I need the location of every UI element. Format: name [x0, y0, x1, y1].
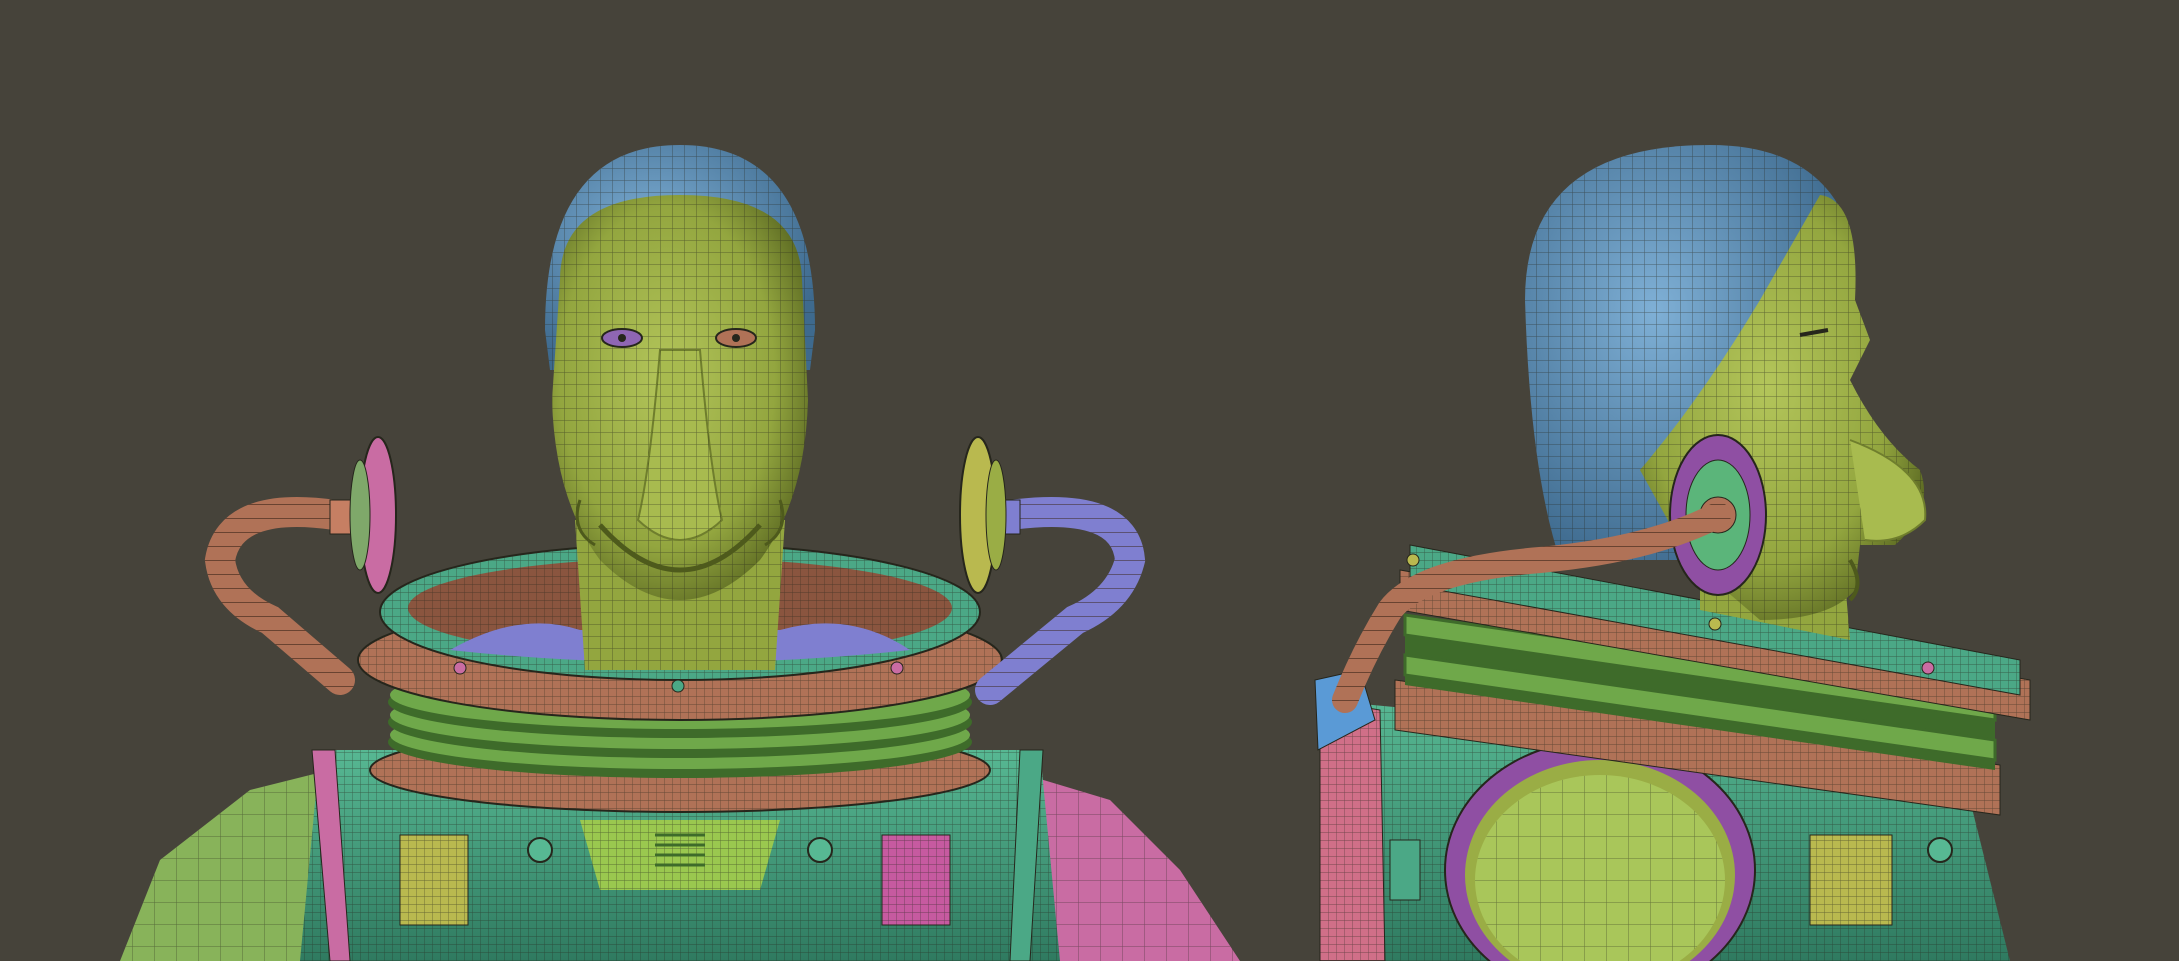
- render-viewport: [0, 0, 2179, 961]
- chest-bolt-left: [527, 837, 553, 863]
- side-rivet-3: [1406, 553, 1420, 567]
- side-rivet-1: [1708, 617, 1722, 631]
- side-rivet-2: [1921, 661, 1935, 675]
- chest-bolt-right: [807, 837, 833, 863]
- collar-rivet-left: [453, 661, 467, 675]
- collar-rivet-right: [890, 661, 904, 675]
- collar-rivet-center: [671, 679, 685, 693]
- side-chest-bolt: [1927, 837, 1953, 863]
- side-hip-tab: [1389, 839, 1421, 901]
- astronaut-wireframe-render: [0, 0, 2179, 961]
- ear-cup-left-stem: [329, 499, 353, 535]
